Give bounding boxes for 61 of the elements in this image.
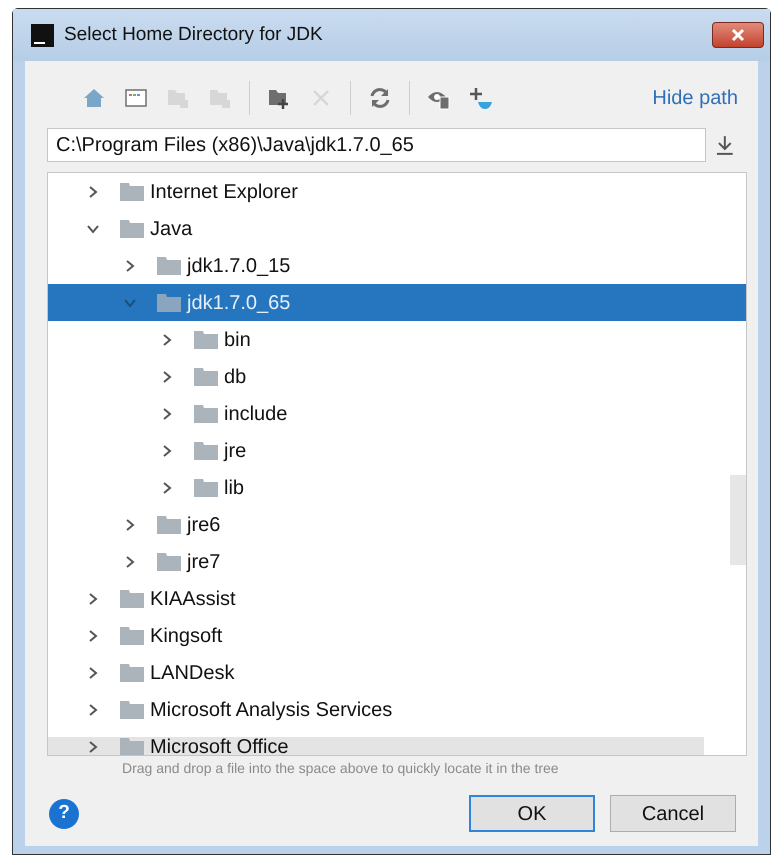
folder-name: jre6 [187,512,220,538]
tree-row[interactable]: Microsoft Office [48,728,746,755]
horizontal-scrollbar[interactable] [48,737,704,755]
folder-name: jdk1.7.0_15 [187,254,290,278]
hide-path-link[interactable]: Hide path [652,83,738,113]
dialog-button[interactable]: OK [469,795,595,832]
folder-icon [120,664,144,682]
folder-icon [157,256,181,274]
tree-row[interactable]: bin [48,321,746,358]
add-cup-icon[interactable] [468,85,494,111]
folder-name: LANDesk [150,660,234,686]
folder-icon [120,700,144,718]
folder-name: include [224,402,288,426]
folder-icon [120,220,144,238]
vertical-scrollbar[interactable] [730,475,746,565]
folder-icon [120,738,144,755]
folder-name: Microsoft Office [150,734,289,755]
dialog-button[interactable]: Cancel [610,795,736,832]
folder-name: KIAAssist [150,586,236,612]
folder-icon [194,368,218,386]
folder-name: db [224,364,246,390]
tree-row[interactable]: Kingsoft [48,617,746,654]
folder-icon [120,626,144,644]
tree-row[interactable]: jre [48,432,746,469]
app-logo-icon [31,24,54,46]
tree-row[interactable]: include [48,395,746,432]
folder-name: jre [224,438,246,464]
tree-row[interactable]: Internet Explorer [48,173,746,210]
help-button[interactable]: ? [49,798,79,828]
tree-row[interactable]: Java [48,210,746,247]
tree-row[interactable]: jre6 [48,506,746,543]
tree-row[interactable]: LANDesk [48,654,746,691]
folder-name: Internet Explorer [150,180,298,204]
folder-icon [194,442,218,460]
folder-icon [157,516,181,534]
folder-icon [157,552,181,570]
folder-name: jdk1.7.0_65 [187,290,290,316]
folder-icon [157,294,181,312]
folder-name: Kingsoft [150,624,222,648]
folder-name: bin [224,328,251,352]
folder-icon [194,330,218,348]
tree-row[interactable]: jre7 [48,543,746,580]
tree-row[interactable]: lib [48,469,746,506]
folder-icon [120,590,144,608]
folder-icon [194,478,218,496]
folder-icon [194,404,218,422]
tree-row[interactable]: db [48,358,746,395]
folder-icon [120,182,144,200]
close-icon [731,28,745,42]
close-button[interactable] [712,22,764,48]
tree-row[interactable]: KIAAssist [48,580,746,617]
path-field[interactable]: C:\Program Files (x86)\Java\jdk1.7.0_65 [47,128,706,162]
window-title: Select Home Directory for JDK [64,22,323,47]
tree-row[interactable]: jdk1.7.0_15 [48,247,746,284]
folder-name: jre7 [187,550,220,574]
hint-text: Drag and drop a file into the space above to quickly locate it in the tree [122,759,560,778]
folder-name: Java [150,216,192,242]
folder-name: Microsoft Analysis Services [150,698,392,722]
tree-row[interactable]: jdk1.7.0_65 [48,284,746,321]
folder-name: lib [224,476,244,500]
tree-row[interactable]: Microsoft Analysis Services [48,691,746,728]
